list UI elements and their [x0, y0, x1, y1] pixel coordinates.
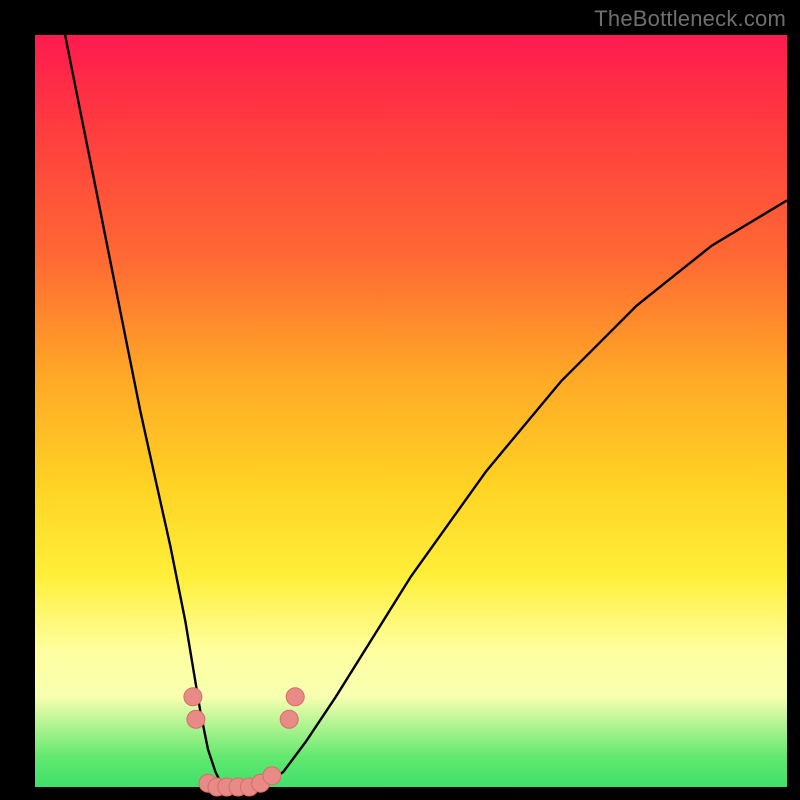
curve-marker — [187, 710, 205, 728]
bottleneck-curve-svg — [35, 35, 787, 787]
watermark-text: TheBottleneck.com — [594, 6, 786, 32]
curve-marker — [280, 710, 298, 728]
plot-area — [35, 35, 787, 787]
bottleneck-curve — [65, 35, 787, 787]
chart-frame: TheBottleneck.com — [0, 0, 800, 800]
curve-group — [65, 35, 787, 787]
curve-marker — [263, 767, 281, 785]
curve-markers — [184, 688, 304, 796]
curve-marker — [184, 688, 202, 706]
curve-marker — [286, 688, 304, 706]
